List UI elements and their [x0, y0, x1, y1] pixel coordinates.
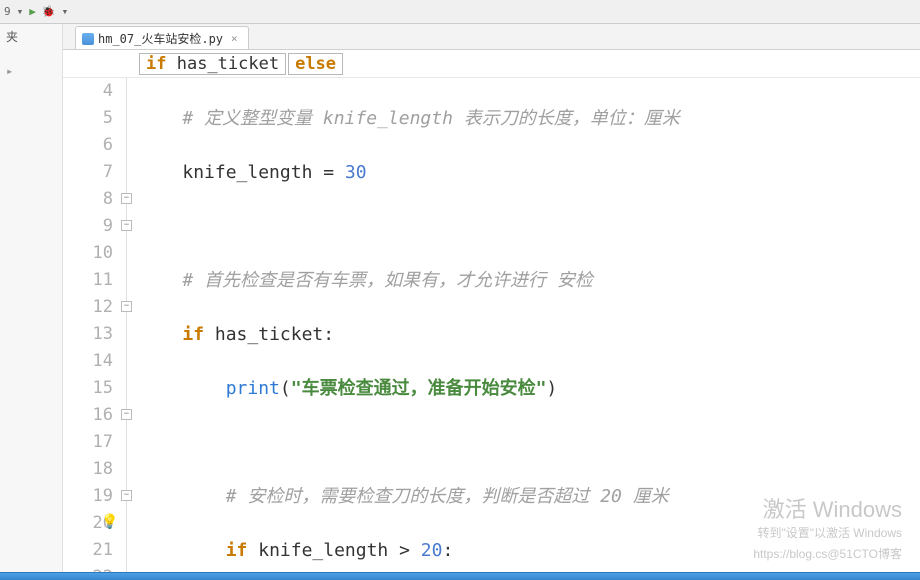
panel-row: [6, 46, 56, 64]
file-tab[interactable]: hm_07_火车站安检.py ×: [75, 26, 249, 49]
sep-icon: ▾: [17, 5, 24, 18]
line-number: 10: [63, 240, 113, 267]
line-number: 21: [63, 537, 113, 564]
line-number: 4: [63, 78, 113, 105]
line-number: 8: [63, 186, 113, 213]
line-number: 19: [63, 483, 113, 510]
line-number: 18: [63, 456, 113, 483]
close-icon[interactable]: ×: [231, 32, 238, 45]
project-panel[interactable]: 夹 ▸: [0, 24, 63, 580]
code-area: 456789101112131415161718192021222324 − −…: [63, 78, 920, 580]
panel-arrow-icon[interactable]: ▸: [6, 64, 56, 82]
more-icon[interactable]: ▾: [62, 5, 69, 18]
fold-marker[interactable]: −: [121, 193, 132, 204]
bulb-icon[interactable]: 💡: [101, 514, 118, 530]
main: 夹 ▸ hm_07_火车站安检.py × if has_ticket else …: [0, 24, 920, 580]
line-number: 6: [63, 132, 113, 159]
status-bar: [0, 572, 920, 580]
fold-marker[interactable]: −: [121, 409, 132, 420]
line-number: 7: [63, 159, 113, 186]
line-number: 17: [63, 429, 113, 456]
line-number: 13: [63, 321, 113, 348]
line-number: 15: [63, 375, 113, 402]
breadcrumb-item[interactable]: if has_ticket: [139, 53, 286, 75]
tab-filename: hm_07_火车站安检.py: [98, 30, 223, 47]
fold-column: − − − − − − 💡: [119, 78, 137, 580]
breadcrumb-item[interactable]: else: [288, 53, 343, 75]
fold-marker[interactable]: −: [121, 220, 132, 231]
line-number: 16: [63, 402, 113, 429]
line-number: 5: [63, 105, 113, 132]
toolbar-label: 9: [4, 5, 11, 18]
tabbar: hm_07_火车站安检.py ×: [63, 24, 920, 50]
line-number: 9: [63, 213, 113, 240]
gutter: 456789101112131415161718192021222324: [63, 78, 119, 580]
code-editor[interactable]: # 定义整型变量 knife_length 表示刀的长度，单位：厘米 knife…: [137, 78, 920, 580]
fold-marker[interactable]: −: [121, 490, 132, 501]
line-number: 14: [63, 348, 113, 375]
editor-area: hm_07_火车站安检.py × if has_ticket else 4567…: [63, 24, 920, 580]
line-number: 12: [63, 294, 113, 321]
panel-row: 夹: [6, 28, 56, 46]
debug-icon[interactable]: 🐞: [42, 5, 56, 18]
breadcrumb[interactable]: if has_ticket else: [63, 50, 920, 78]
python-file-icon: [82, 33, 94, 45]
top-toolbar: 9 ▾ ▶ 🐞 ▾: [0, 0, 920, 24]
line-number: 11: [63, 267, 113, 294]
run-icon[interactable]: ▶: [29, 5, 36, 18]
fold-marker[interactable]: −: [121, 301, 132, 312]
